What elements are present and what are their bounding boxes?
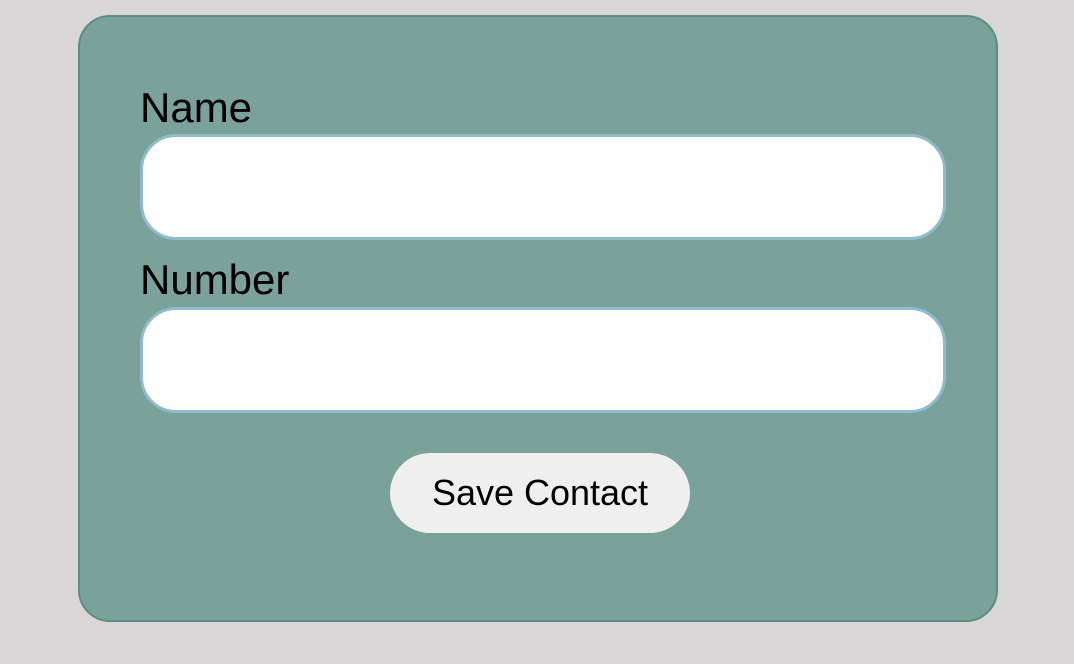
number-label: Number <box>140 256 290 303</box>
name-label: Name <box>140 84 253 131</box>
save-contact-button[interactable]: Save Contact <box>390 453 690 533</box>
number-input[interactable] <box>140 307 946 413</box>
name-input[interactable] <box>140 134 946 240</box>
contact-form-card: Name Number Save Contact <box>78 15 998 622</box>
